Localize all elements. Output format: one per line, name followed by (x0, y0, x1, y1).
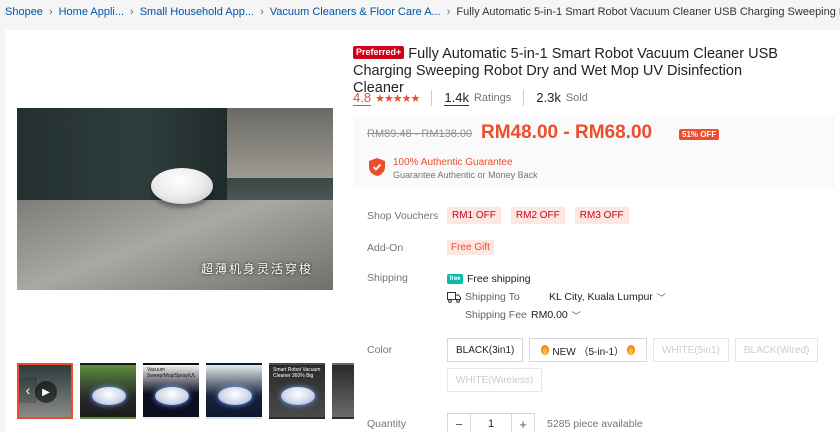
breadcrumb-current: Fully Automatic 5-in-1 Smart Robot Vacuu… (456, 6, 840, 18)
addon-label: Add-On (367, 241, 404, 254)
quantity-input[interactable]: 1 (471, 413, 511, 432)
free-shipping-text: Free shipping (467, 273, 531, 285)
quantity-label: Quantity (367, 418, 407, 430)
chevron-right-icon: › (130, 6, 134, 18)
color-row: Color (367, 344, 447, 356)
robot-vacuum-shape (281, 387, 315, 405)
product-title-text: Fully Automatic 5-in-1 Smart Robot Vacuu… (353, 46, 778, 96)
quantity-stepper: − 1 + 5285 piece available (447, 413, 643, 432)
robot-vacuum-shape (92, 387, 126, 405)
decrease-button[interactable]: − (447, 413, 471, 432)
guarantee-subtitle: Guarantee Authentic or Money Back (393, 170, 538, 180)
addon-row: Add-On Free Gift (367, 240, 494, 255)
play-icon: ▶ (35, 381, 57, 403)
voucher-rm2[interactable]: RM2 OFF (510, 207, 565, 224)
free-gift-badge[interactable]: Free Gift (447, 240, 494, 255)
shipping-details: free Free shipping Shipping To KL City, … (447, 270, 666, 324)
robot-vacuum-shape (218, 387, 252, 405)
thumbnail-text: Vacuum Sweep/Mop/Spray/UV sterile (147, 367, 195, 379)
shipping-label: Shipping (367, 272, 408, 284)
color-option-label: NEW （5-in-1） (552, 346, 625, 358)
current-price: RM48.00 - RM68.00 (481, 122, 653, 143)
ratings-label: Ratings (473, 92, 512, 104)
chevron-right-icon: › (446, 6, 451, 18)
free-shipping-icon: free (447, 274, 463, 284)
star-rating-icon: ★★★★★ (375, 92, 420, 105)
color-option-white-5in1[interactable]: WHITE(5in1) (653, 338, 729, 362)
thumbnail-strip: ▶ Vacuum Sweep/Mop/Spray/UV sterile Smar… (17, 363, 354, 419)
chevron-down-icon[interactable]: ﹀ (657, 291, 666, 304)
image-caption: 超薄机身灵活穿梭 (200, 262, 313, 276)
divider (523, 90, 525, 106)
shipping-to-label: Shipping To (465, 291, 520, 303)
breadcrumb: Shopee › Home Appli... › Small Household… (0, 0, 840, 24)
authentic-guarantee[interactable]: 100% Authentic Guarantee Guarantee Authe… (369, 156, 538, 182)
robot-vacuum-shape (155, 387, 189, 405)
shipping-to-line: Shipping To KL City, Kuala Lumpur ﹀ (447, 288, 666, 306)
fire-icon (627, 345, 636, 355)
original-price: RM89.48 - RM138.00 (367, 128, 473, 140)
shipping-row: Shipping (367, 272, 447, 284)
increase-button[interactable]: + (511, 413, 535, 432)
divider (431, 90, 433, 106)
truck-icon (447, 292, 461, 303)
price-section: RM89.48 - RM138.00 RM48.00 - RM68.00 51%… (353, 116, 835, 188)
sold-label: Sold (565, 92, 588, 104)
breadcrumb-item-home-appliances[interactable]: Home Appli... (59, 6, 124, 18)
color-option-new-5in1[interactable]: NEW （5-in-1） (529, 338, 648, 362)
color-option-black-wired[interactable]: BLACK(Wired) (734, 338, 819, 362)
thumbnail-3[interactable]: Vacuum Sweep/Mop/Spray/UV sterile (143, 363, 199, 419)
product-photo: 超薄机身灵活穿梭 (17, 108, 333, 290)
guarantee-title: 100% Authentic Guarantee (393, 157, 513, 168)
shipping-fee-label: Shipping Fee (465, 309, 527, 321)
breadcrumb-item-vacuum-cleaners[interactable]: Vacuum Cleaners & Floor Care A... (270, 6, 441, 18)
thumbnail-4[interactable] (206, 363, 262, 419)
stock-available: 5285 piece available (547, 418, 643, 430)
rating-score[interactable]: 4.8 (353, 90, 372, 106)
chevron-right-icon: › (260, 6, 264, 18)
voucher-rm3[interactable]: RM3 OFF (574, 207, 629, 224)
shipping-fee-line: Shipping Fee RM0.00 ﹀ (447, 306, 666, 324)
free-shipping-line: free Free shipping (447, 270, 666, 288)
product-info: Preferred+ Fully Automatic 5-in-1 Smart R… (353, 30, 840, 432)
preferred-badge: Preferred+ (353, 46, 405, 59)
shipping-fee-value[interactable]: RM0.00 (531, 309, 568, 321)
color-option-white-wireless[interactable]: WHITE(Wireless) (447, 368, 543, 392)
color-option-black-3in1[interactable]: BLACK(3in1) (447, 338, 524, 362)
breadcrumb-item-small-household[interactable]: Small Household App... (140, 6, 254, 18)
main-product-image[interactable]: 超薄机身灵活穿梭 (17, 42, 333, 358)
discount-badge: 51% OFF (679, 129, 720, 140)
shield-icon (369, 158, 385, 176)
sold-count: 2.3k (536, 90, 561, 105)
voucher-rm1[interactable]: RM1 OFF (447, 207, 501, 224)
fire-icon (541, 345, 550, 355)
ratings-bar: 4.8 ★★★★★ 1.4k Ratings 2.3k Sold (353, 90, 588, 106)
breadcrumb-item-shopee[interactable]: Shopee (5, 6, 43, 18)
chevron-left-icon[interactable]: ‹ (19, 377, 37, 403)
thumbnail-2[interactable] (80, 363, 136, 419)
color-options: BLACK(3in1) NEW （5-in-1） WHITE(5in1) BLA… (447, 338, 827, 392)
chevron-right-icon: › (48, 6, 53, 18)
quantity-row: Quantity (367, 418, 447, 430)
shipping-to-value[interactable]: KL City, Kuala Lumpur (549, 291, 653, 303)
product-card: 超薄机身灵活穿梭 ▶ Vacuum Sweep/Mop/Spray/UV ste… (5, 30, 840, 432)
shop-vouchers-row: Shop Vouchers RM1 OFF RM2 OFF RM3 OFF (367, 207, 639, 224)
thumbnail-6[interactable] (332, 363, 354, 419)
ratings-count[interactable]: 1.4k (444, 90, 469, 106)
chevron-down-icon[interactable]: ﹀ (572, 309, 581, 322)
wall-shape (227, 108, 333, 178)
color-label: Color (367, 344, 393, 356)
thumbnail-5[interactable]: Smart Robot Vacuum Cleaner 360% Big Suct… (269, 363, 325, 419)
shop-vouchers-label: Shop Vouchers (367, 209, 439, 222)
robot-vacuum-shape (151, 168, 213, 204)
thumbnail-text: Smart Robot Vacuum Cleaner 360% Big Suct… (273, 367, 321, 379)
